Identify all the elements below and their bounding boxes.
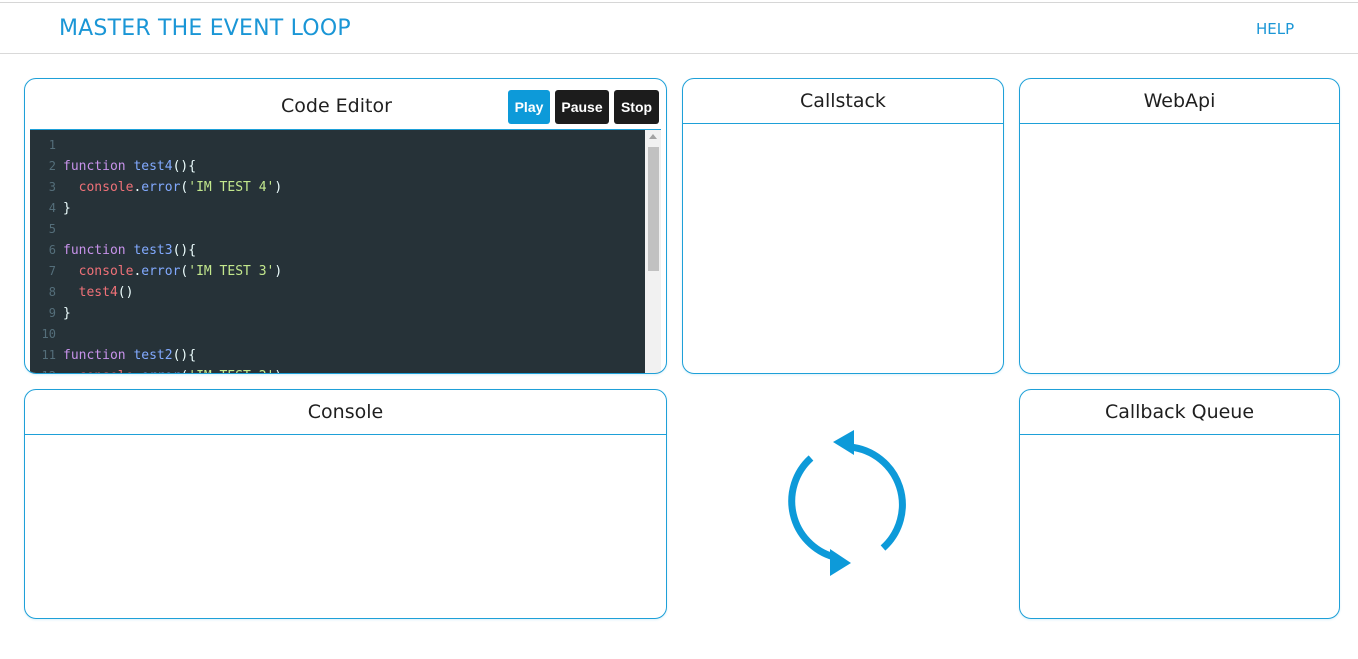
line-content: console.error('IM TEST 2'): [63, 366, 283, 373]
code-token: (){: [172, 243, 197, 258]
code-line: 5: [30, 219, 644, 240]
code-editor-textarea[interactable]: 1 2 function test4(){3 console.error('IM T…: [30, 129, 661, 373]
code-line: 10: [30, 324, 644, 345]
line-content: test4(): [63, 282, 134, 303]
code-token: error: [141, 264, 181, 279]
console-title: Console: [307, 401, 384, 423]
code-editor-title: Code Editor: [281, 95, 392, 117]
webapi-title: WebApi: [1143, 90, 1216, 112]
callstack-title: Callstack: [800, 90, 886, 112]
code-token: test4: [78, 285, 118, 300]
code-token: console: [78, 264, 134, 279]
line-number: 6: [48, 243, 56, 257]
code-token: 'IM TEST 3': [188, 264, 275, 279]
code-line: 11 function test2(){: [30, 345, 644, 366]
code-line: 7 console.error('IM TEST 3'): [30, 261, 644, 282]
code-token: function: [63, 159, 134, 174]
line-content: console.error('IM TEST 4'): [63, 177, 283, 198]
line-number: 7: [48, 264, 56, 278]
callback-queue-title: Callback Queue: [1104, 401, 1255, 423]
code-token: error: [141, 180, 181, 195]
code-token: function: [63, 348, 134, 363]
console-panel: Console: [24, 389, 667, 619]
code-line: 9}: [30, 303, 644, 324]
webapi-header: WebApi: [1020, 79, 1339, 124]
line-number: 1: [48, 138, 56, 152]
line-number: 2: [48, 159, 56, 173]
line-number: 5: [48, 222, 56, 236]
code-editor-panel: Code Editor Play Pause Stop 1 2 function t…: [24, 78, 667, 374]
webapi-panel: WebApi: [1019, 78, 1340, 374]
callback-queue-header: Callback Queue: [1020, 390, 1339, 435]
code-line: 4}: [30, 198, 644, 219]
code-token: test3: [133, 243, 173, 258]
code-token: (){: [172, 348, 197, 363]
line-content: console.error('IM TEST 3'): [63, 261, 283, 282]
console-header: Console: [25, 390, 666, 435]
pause-button[interactable]: Pause: [555, 90, 609, 124]
code-line: 6 function test3(){: [30, 240, 644, 261]
code-line: 3 console.error('IM TEST 4'): [30, 177, 644, 198]
help-link[interactable]: HELP: [1256, 20, 1294, 38]
code-line: 1: [30, 135, 644, 156]
callstack-header: Callstack: [683, 79, 1003, 124]
scroll-up-arrow-icon[interactable]: [649, 134, 657, 139]
code-token: function: [63, 243, 134, 258]
line-content: }: [63, 198, 71, 219]
code-token: 'IM TEST 2': [188, 369, 274, 373]
code-token: test4: [133, 159, 173, 174]
line-number: 12: [30, 366, 56, 373]
callback-queue-panel: Callback Queue: [1019, 389, 1340, 619]
line-number: 4: [48, 201, 56, 215]
code-token: error: [141, 369, 180, 373]
play-button[interactable]: Play: [508, 90, 550, 124]
code-line: 12 console.error('IM TEST 2'): [30, 366, 644, 373]
callstack-panel: Callstack: [682, 78, 1004, 374]
brand-title[interactable]: MASTER THE EVENT LOOP: [59, 16, 351, 41]
code-line: 8 test4(): [30, 282, 644, 303]
code-token: console: [79, 369, 134, 373]
code-line: 2 function test4(){: [30, 156, 644, 177]
navbar: MASTER THE EVENT LOOP HELP: [0, 3, 1358, 54]
line-number: 9: [48, 306, 56, 320]
stop-button[interactable]: Stop: [614, 90, 659, 124]
code-lines: 1 2 function test4(){3 console.error('IM T…: [30, 135, 644, 373]
line-content: function test3(){: [63, 240, 196, 261]
scroll-thumb[interactable]: [648, 147, 659, 271]
code-token: test2: [133, 348, 173, 363]
code-token: ): [274, 264, 283, 279]
line-number: 10: [41, 327, 56, 341]
code-editor-header: Code Editor Play Pause Stop: [25, 79, 666, 129]
line-number: 3: [48, 180, 56, 194]
code-token: ): [274, 180, 283, 195]
line-number: 8: [48, 285, 56, 299]
editor-scrollbar[interactable]: [645, 130, 661, 373]
code-token: (): [117, 285, 134, 300]
line-number: 11: [41, 348, 56, 362]
line-content: function test2(){: [63, 345, 196, 366]
code-token: console: [78, 180, 134, 195]
event-loop-refresh-icon: [788, 430, 906, 576]
code-token: ): [274, 369, 282, 373]
code-token: }: [63, 201, 71, 216]
code-token: }: [63, 306, 71, 321]
line-content: function test4(){: [63, 156, 196, 177]
code-token: (){: [172, 159, 197, 174]
line-content: }: [63, 303, 71, 324]
code-token: 'IM TEST 4': [188, 180, 275, 195]
